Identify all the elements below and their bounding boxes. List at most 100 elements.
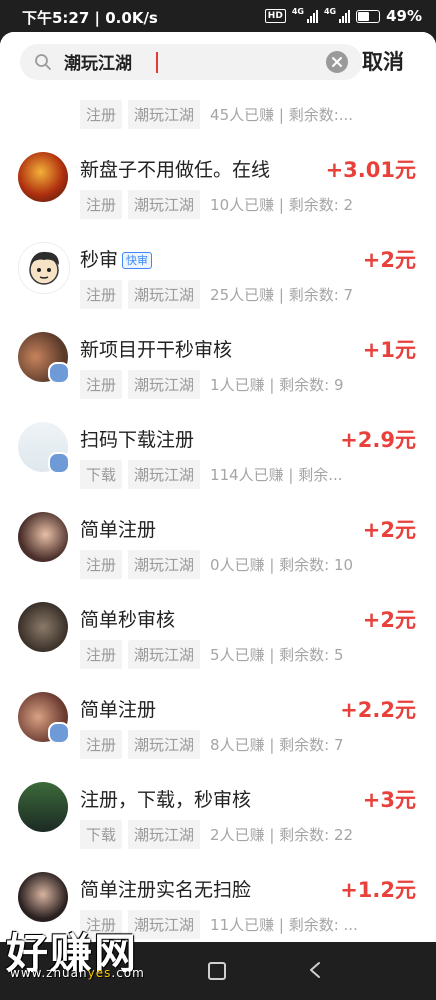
task-item[interactable]: 新项目开干秒审核 +1元 注册 潮玩江湖 1人已赚 | 剩余数: 9 <box>0 312 436 403</box>
task-tags: 注册 潮玩江湖 25人已赚 | 剩余数: 7 <box>80 280 353 309</box>
fast-review-badge: 快审 <box>122 252 153 269</box>
cartoon-face-icon <box>29 251 59 285</box>
task-item[interactable]: 秒审 快审 +2元 注册 潮玩江湖 25人已赚 | 剩余数: 7 <box>0 222 436 313</box>
signal-icon-2 <box>339 9 351 23</box>
task-tags: 注册 潮玩江湖 45人已赚 | 剩余数:... <box>80 100 353 129</box>
task-stats: 114人已赚 | 剩余... <box>210 466 343 484</box>
task-stats: 10人已赚 | 剩余数: 2 <box>210 196 354 214</box>
project-tag: 潮玩江湖 <box>128 370 201 399</box>
status-left: 下午5:27 | 0.0K/s <box>22 7 158 28</box>
task-item[interactable]: 扫码下载注册 +2.9元 下载 潮玩江湖 114人已赚 | 剩余... <box>0 402 436 493</box>
task-stats: 8人已赚 | 剩余数: 7 <box>210 736 344 754</box>
status-separator: | <box>94 9 106 27</box>
task-title-row: 秒审 快审 <box>80 245 153 272</box>
task-title: 简单注册实名无扫脸 <box>80 879 252 901</box>
battery-icon <box>356 9 381 23</box>
status-speed: 0.0K/s <box>105 9 158 27</box>
task-price: +1.2元 <box>340 878 416 902</box>
project-tag: 潮玩江湖 <box>128 100 201 129</box>
signal-icon <box>306 9 318 23</box>
project-tag: 潮玩江湖 <box>128 190 201 219</box>
avatar <box>18 782 68 832</box>
task-item[interactable]: 注册，下载，秒审核 +3元 下载 潮玩江湖 2人已赚 | 剩余数: 22 <box>0 762 436 853</box>
hd-icon: HD <box>264 9 286 23</box>
status-right: HD 4G 4G 49% <box>264 7 422 25</box>
project-tag: 潮玩江湖 <box>128 910 201 939</box>
recent-apps-button[interactable] <box>208 962 226 980</box>
task-stats: 11人已赚 | 剩余数: ... <box>210 916 358 934</box>
task-stats: 0人已赚 | 剩余数: 10 <box>210 556 354 574</box>
type-tag: 注册 <box>80 280 123 309</box>
task-price: +2元 <box>362 608 416 632</box>
type-tag: 注册 <box>80 100 123 129</box>
task-title: 秒审 <box>80 249 119 271</box>
task-tags: 注册 潮玩江湖 1人已赚 | 剩余数: 9 <box>80 370 344 399</box>
network-label-1: 4G <box>291 7 304 16</box>
project-tag: 潮玩江湖 <box>128 460 201 489</box>
task-tags: 注册 潮玩江湖 5人已赚 | 剩余数: 5 <box>80 640 344 669</box>
search-box[interactable] <box>20 44 362 80</box>
task-item[interactable]: 新盘子不用做任。在线 +3.01元 注册 潮玩江湖 10人已赚 | 剩余数: 2 <box>0 132 436 223</box>
task-tags: 注册 潮玩江湖 0人已赚 | 剩余数: 10 <box>80 550 353 579</box>
cancel-button[interactable]: 取消 <box>362 46 404 76</box>
app-window: 注册 潮玩江湖 45人已赚 | 剩余数:... 新盘子不用做任。在线 +3.01… <box>0 32 436 942</box>
project-tag: 潮玩江湖 <box>128 280 201 309</box>
task-title: 新项目开干秒审核 <box>80 339 233 361</box>
project-tag: 潮玩江湖 <box>128 730 201 759</box>
search-icon <box>35 54 51 70</box>
watermark-url-suffix: .com <box>111 966 145 980</box>
search-input[interactable] <box>62 50 316 72</box>
task-price: +3.01元 <box>325 158 416 182</box>
battery-level: 49% <box>386 7 422 25</box>
type-tag: 下载 <box>80 460 123 489</box>
avatar <box>18 512 68 562</box>
task-item[interactable]: 简单秒审核 +2元 注册 潮玩江湖 5人已赚 | 剩余数: 5 <box>0 582 436 673</box>
task-tags: 注册 潮玩江湖 8人已赚 | 剩余数: 7 <box>80 730 344 759</box>
status-bar: 下午5:27 | 0.0K/s HD 4G 4G 49% <box>0 0 436 32</box>
project-tag: 潮玩江湖 <box>128 550 201 579</box>
task-price: +1元 <box>362 338 416 362</box>
network-label-2: 4G <box>323 7 337 16</box>
avatar <box>18 872 68 922</box>
watermark: 好赚网 www.zhuanyes.com <box>6 920 144 981</box>
task-price: +3元 <box>362 788 416 812</box>
task-title: 扫码下载注册 <box>80 429 195 451</box>
avatar <box>18 602 68 652</box>
type-tag: 下载 <box>80 820 123 849</box>
clear-search-button[interactable] <box>326 51 348 73</box>
task-stats: 45人已赚 | 剩余数:... <box>210 106 354 124</box>
type-tag: 注册 <box>80 730 123 759</box>
type-tag: 注册 <box>80 370 123 399</box>
task-stats: 5人已赚 | 剩余数: 5 <box>210 646 344 664</box>
avatar <box>18 692 70 744</box>
search-bar: 取消 <box>0 32 436 94</box>
close-icon <box>332 57 342 67</box>
task-tags: 下载 潮玩江湖 2人已赚 | 剩余数: 22 <box>80 820 353 849</box>
text-cursor <box>156 52 158 73</box>
task-stats: 25人已赚 | 剩余数: 7 <box>210 286 354 304</box>
type-tag: 注册 <box>80 640 123 669</box>
task-title: 简单注册 <box>80 519 157 541</box>
task-title: 新盘子不用做任。在线 <box>80 159 271 181</box>
avatar <box>18 422 70 474</box>
avatar <box>18 152 68 202</box>
verified-badge-icon <box>48 452 70 474</box>
task-title: 简单秒审核 <box>80 609 176 631</box>
task-item[interactable]: 简单注册 +2元 注册 潮玩江湖 0人已赚 | 剩余数: 10 <box>0 492 436 583</box>
back-icon[interactable] <box>308 961 322 979</box>
task-item[interactable]: 简单注册 +2.2元 注册 潮玩江湖 8人已赚 | 剩余数: 7 <box>0 672 436 763</box>
watermark-url-highlight: yes <box>87 966 112 980</box>
project-tag: 潮玩江湖 <box>128 820 201 849</box>
type-tag: 注册 <box>80 190 123 219</box>
verified-badge-icon <box>48 362 70 384</box>
task-stats: 2人已赚 | 剩余数: 22 <box>210 826 354 844</box>
task-tags: 注册 潮玩江湖 10人已赚 | 剩余数: 2 <box>80 190 353 219</box>
task-tags: 下载 潮玩江湖 114人已赚 | 剩余... <box>80 460 343 489</box>
task-title: 注册，下载，秒审核 <box>80 789 252 811</box>
task-title: 简单注册 <box>80 699 157 721</box>
avatar <box>18 242 70 294</box>
watermark-url-part: www.zhuan <box>10 966 88 980</box>
project-tag: 潮玩江湖 <box>128 640 201 669</box>
task-price: +2元 <box>362 248 416 272</box>
task-stats: 1人已赚 | 剩余数: 9 <box>210 376 344 394</box>
